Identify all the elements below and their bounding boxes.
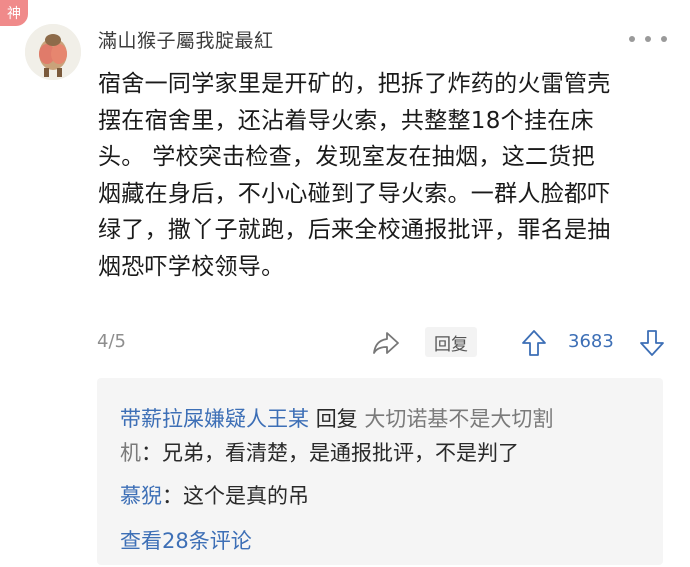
reply-author[interactable]: 慕猊 <box>120 484 162 508</box>
comment-line: 头。 学校突击检查，发现室友在抽烟，这二货把 <box>98 144 595 170</box>
reply-target-cont[interactable]: 机 <box>120 441 141 465</box>
reply-target[interactable]: 大切诺基不是大切割 <box>364 407 553 431</box>
reply-text: ：兄弟，看清楚，是通报批评，不是判了 <box>141 441 519 465</box>
reply-item[interactable]: 带薪拉屎嫌疑人王某 回复 大切诺基不是大切割 机：兄弟，看清楚，是通报批评，不是… <box>120 402 650 470</box>
upvote-arrow-icon[interactable] <box>521 329 547 357</box>
avatar-image <box>25 24 81 80</box>
comment-body: 宿舍一同学家里是开矿的，把拆了炸药的火雷管壳 摆在宿舍里，还沾着导火索，共整整1… <box>98 66 678 285</box>
comment-line: 绿了，撒丫子就跑，后来全校通报批评，罪名是抽 <box>98 217 611 243</box>
more-dots-icon[interactable] <box>629 30 667 48</box>
view-more-comments-link[interactable]: 查看28条评论 <box>120 525 252 555</box>
reply-text: ：这个是真的吊 <box>162 484 309 508</box>
page-indicator: 4/5 <box>97 331 126 352</box>
avatar[interactable] <box>25 24 81 80</box>
god-comment-badge: 神 <box>0 0 28 26</box>
reply-author[interactable]: 带薪拉屎嫌疑人王某 <box>120 407 309 431</box>
comment-line: 烟藏在身后，不小心碰到了导火索。一群人脸都吓 <box>98 180 611 207</box>
reply-action: 回复 <box>315 407 358 431</box>
comment-line: 宿舍一同学家里是开矿的，把拆了炸药的火雷管壳 <box>98 71 611 97</box>
vote-count: 3683 <box>568 331 614 352</box>
username[interactable]: 滿山猴子屬我腚最紅 <box>98 26 274 53</box>
reply-button[interactable]: 回复 <box>425 327 477 357</box>
reply-item[interactable]: 慕猊：这个是真的吊 <box>120 481 650 511</box>
comment-line: 摆在宿舍里，还沾着导火索，共整整18个挂在床 <box>98 107 594 134</box>
downvote-arrow-icon[interactable] <box>639 329 665 357</box>
share-icon[interactable] <box>372 330 400 356</box>
comment-line: 烟恐吓学校领导。 <box>98 253 285 280</box>
